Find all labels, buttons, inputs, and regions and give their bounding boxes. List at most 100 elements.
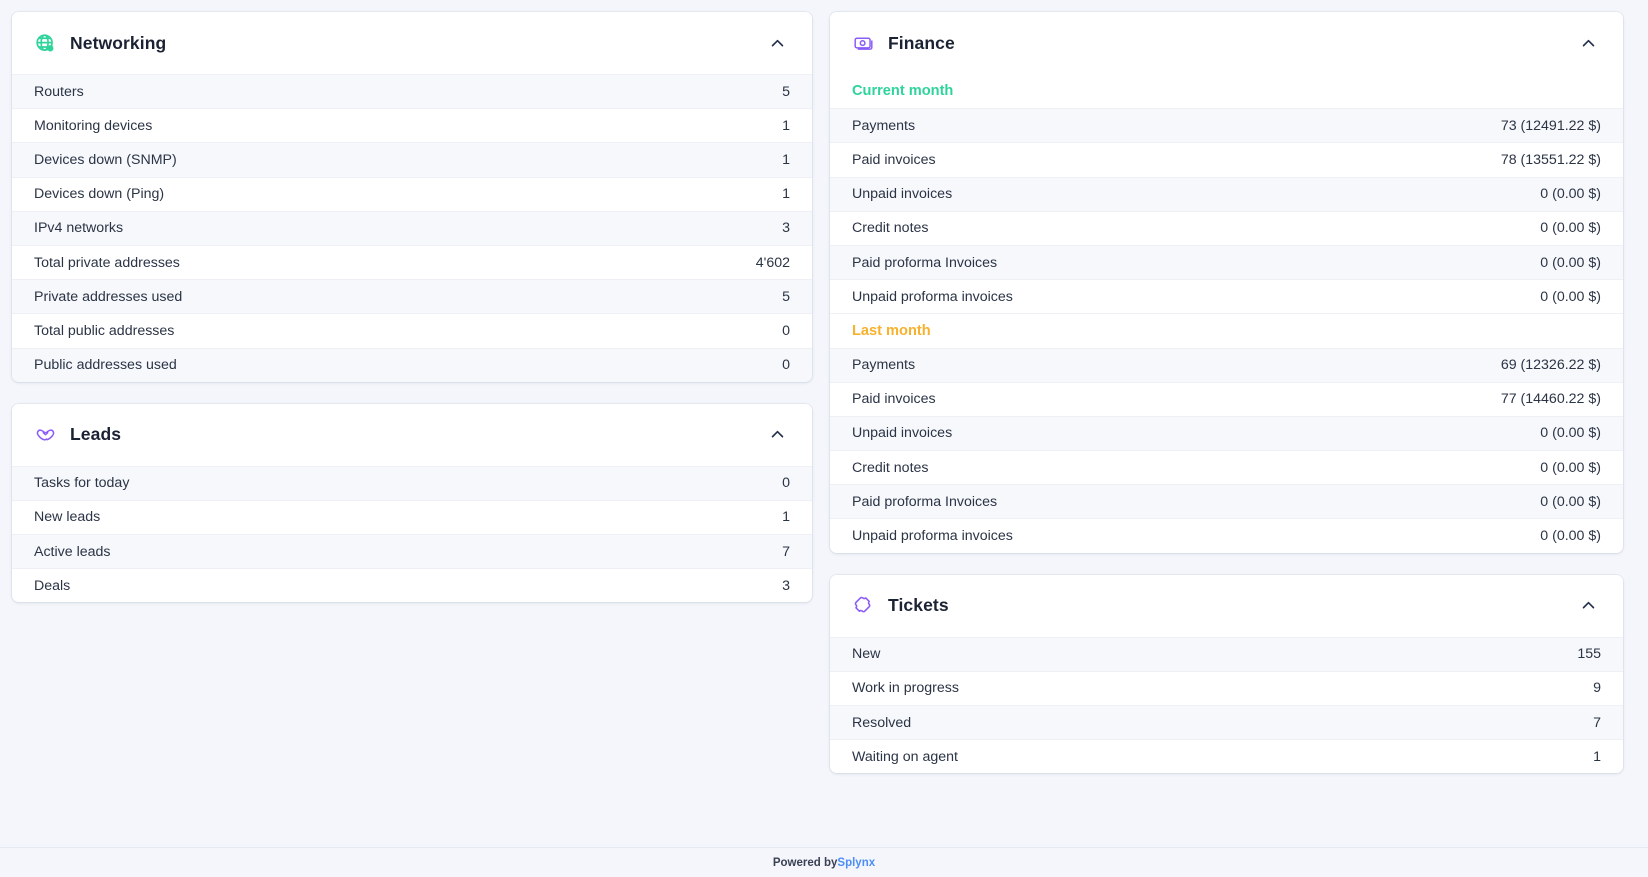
table-row[interactable]: Waiting on agent 1: [830, 739, 1623, 774]
left-column: Networking Routers 5 Monitoring devices 1 De…: [12, 12, 812, 603]
row-label: IPv4 networks: [34, 220, 124, 237]
finance-section-heading: Current month: [830, 74, 1623, 109]
row-value: 78 (13551.22 $): [1500, 151, 1601, 168]
table-row[interactable]: Paid proforma Invoices 0 (0.00 $): [830, 244, 1623, 280]
table-row[interactable]: Unpaid proforma invoices 0 (0.00 $): [830, 279, 1623, 314]
row-label: Unpaid proforma invoices: [852, 528, 1013, 545]
row-label: Waiting on agent: [852, 748, 958, 765]
row-value: 0 (0.00 $): [1540, 459, 1601, 476]
row-value: 1: [782, 509, 790, 526]
table-row[interactable]: New leads 1: [12, 499, 812, 535]
row-value: 4'602: [755, 254, 790, 271]
row-label: Credit notes: [852, 220, 929, 237]
table-row[interactable]: Total private addresses 4'602: [12, 244, 812, 280]
handshake-icon: [34, 424, 56, 446]
card-finance-title: Finance: [888, 32, 955, 53]
table-row[interactable]: Credit notes 0 (0.00 $): [830, 450, 1623, 485]
table-row[interactable]: Resolved 7: [830, 705, 1623, 740]
row-label: Unpaid proforma invoices: [852, 288, 1013, 305]
table-row[interactable]: Routers 5: [12, 74, 812, 109]
card-tickets: Tickets New 155 Work in progress 9 Resolved 7…: [830, 574, 1623, 774]
chevron-up-icon[interactable]: [764, 30, 790, 56]
row-value: 155: [1577, 646, 1601, 663]
card-finance-rows: Current month Payments 73 (12491.22 $) Paid…: [830, 74, 1623, 553]
row-value: 3: [782, 577, 790, 594]
card-leads: Leads Tasks for today 0 New leads 1 Active l…: [12, 403, 812, 603]
row-value: 69 (12326.22 $): [1500, 357, 1601, 374]
row-label: Devices down (SNMP): [34, 151, 177, 168]
table-row[interactable]: Unpaid invoices 0 (0.00 $): [830, 415, 1623, 451]
row-value: 0 (0.00 $): [1540, 493, 1601, 510]
row-label: Payments: [852, 357, 916, 374]
right-column: Finance Current month Payments 73 (12491.2…: [830, 12, 1623, 774]
row-value: 0 (0.00 $): [1540, 186, 1601, 203]
row-label: New leads: [34, 509, 101, 526]
table-row[interactable]: Paid invoices 78 (13551.22 $): [830, 142, 1623, 177]
card-leads-rows: Tasks for today 0 New leads 1 Active leads 7 D…: [12, 465, 812, 603]
row-value: 0 (0.00 $): [1540, 528, 1601, 545]
table-row[interactable]: Deals 3: [12, 568, 812, 603]
banknote-icon: [852, 32, 874, 54]
row-value: 7: [1593, 714, 1601, 731]
table-row[interactable]: Payments 73 (12491.22 $): [830, 108, 1623, 143]
card-tickets-header[interactable]: Tickets: [830, 574, 1623, 637]
row-label: Credit notes: [852, 459, 929, 476]
page-footer: Powered by Splynx: [0, 847, 1648, 877]
table-row[interactable]: Work in progress 9: [830, 670, 1623, 705]
table-row[interactable]: Public addresses used 0: [12, 347, 812, 382]
row-value: 1: [1593, 748, 1601, 765]
row-value: 1: [782, 151, 790, 168]
table-row[interactable]: Paid invoices 77 (14460.22 $): [830, 381, 1623, 416]
row-value: 0: [782, 322, 790, 339]
row-label: Unpaid invoices: [852, 425, 953, 442]
row-label: Resolved: [852, 714, 912, 731]
card-leads-header[interactable]: Leads: [12, 403, 812, 466]
row-label: Monitoring devices: [34, 117, 153, 134]
table-row[interactable]: Active leads 7: [12, 534, 812, 569]
table-row[interactable]: Tasks for today 0: [12, 465, 812, 500]
chevron-up-icon[interactable]: [1575, 30, 1601, 56]
row-value: 1: [782, 117, 790, 134]
table-row[interactable]: Devices down (SNMP) 1: [12, 142, 812, 177]
table-row[interactable]: Unpaid proforma invoices 0 (0.00 $): [830, 518, 1623, 553]
row-label: Private addresses used: [34, 288, 183, 305]
table-row[interactable]: Total public addresses 0: [12, 313, 812, 348]
row-value: 0 (0.00 $): [1540, 220, 1601, 237]
row-label: Devices down (Ping): [34, 186, 165, 203]
dashboard-page: Networking Routers 5 Monitoring devices 1 De…: [0, 0, 1648, 877]
row-label: Total private addresses: [34, 254, 180, 271]
footer-prefix: Powered by: [772, 856, 838, 869]
row-value: 7: [782, 543, 790, 560]
card-networking-header[interactable]: Networking: [12, 12, 812, 74]
card-tickets-title: Tickets: [888, 595, 949, 616]
ticket-icon: [852, 595, 874, 617]
table-row[interactable]: Devices down (Ping) 1: [12, 176, 812, 211]
row-value: 5: [782, 288, 790, 305]
table-row[interactable]: New 155: [830, 636, 1623, 671]
table-row[interactable]: Credit notes 0 (0.00 $): [830, 210, 1623, 245]
chevron-up-icon[interactable]: [764, 422, 790, 448]
table-row[interactable]: IPv4 networks 3: [12, 210, 812, 245]
row-value: 73 (12491.22 $): [1500, 117, 1601, 134]
row-label: Public addresses used: [34, 357, 177, 374]
splynx-link[interactable]: Splynx: [837, 857, 875, 869]
row-value: 1: [782, 186, 790, 203]
row-label: Paid invoices: [852, 391, 936, 408]
table-row[interactable]: Unpaid invoices 0 (0.00 $): [830, 176, 1623, 211]
table-row[interactable]: Monitoring devices 1: [12, 108, 812, 143]
row-value: 0 (0.00 $): [1540, 254, 1601, 271]
card-networking: Networking Routers 5 Monitoring devices 1 De…: [12, 12, 812, 382]
table-row[interactable]: Paid proforma Invoices 0 (0.00 $): [830, 484, 1623, 519]
card-networking-rows: Routers 5 Monitoring devices 1 Devices down …: [12, 74, 812, 382]
card-finance-header[interactable]: Finance: [830, 12, 1623, 74]
table-row[interactable]: Private addresses used 5: [12, 279, 812, 314]
row-label: Work in progress: [852, 680, 959, 697]
row-value: 3: [782, 220, 790, 237]
row-label: Payments: [852, 117, 916, 134]
row-value: 0: [782, 475, 790, 492]
row-label: New: [852, 646, 881, 663]
table-row[interactable]: Payments 69 (12326.22 $): [830, 347, 1623, 382]
row-value: 0: [782, 357, 790, 374]
row-value: 0 (0.00 $): [1540, 425, 1601, 442]
chevron-up-icon[interactable]: [1575, 593, 1601, 619]
